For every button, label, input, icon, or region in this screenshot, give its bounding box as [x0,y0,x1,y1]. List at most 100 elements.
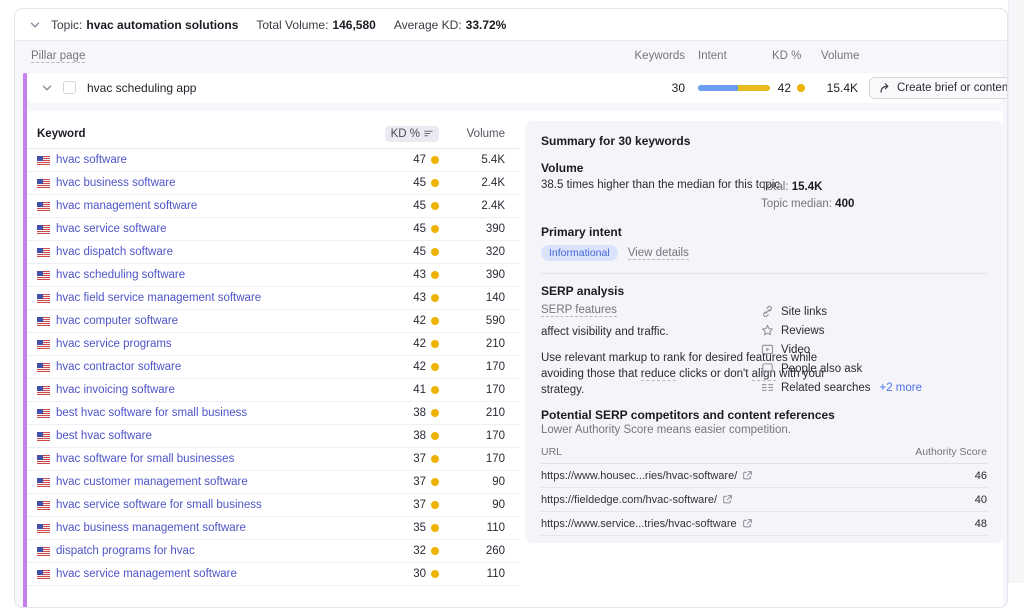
keyword-link[interactable]: hvac dispatch software [56,246,173,258]
video-icon [761,343,774,356]
external-link-icon[interactable] [742,518,753,529]
kd-value: 37 [413,476,426,488]
kd-difficulty-dot [431,409,439,417]
keyword-link[interactable]: hvac scheduling software [56,269,185,281]
keyword-link[interactable]: hvac invoicing software [56,384,175,396]
keyword-link[interactable]: hvac business software [56,177,176,189]
average-kd: Average KD: 33.72% [394,18,507,32]
topic-median-value: 400 [835,198,854,210]
competitor-url[interactable]: https://www.getjob... om/industries/hvac… [541,542,737,544]
keyword-link[interactable]: hvac service programs [56,338,172,350]
us-flag-icon [37,547,50,556]
kd-value: 42 [413,315,426,327]
serp-feature-item: People also ask [761,359,922,378]
volume-value: 2.4K [439,200,505,212]
url-column-header: URL [541,446,562,458]
kd-difficulty-dot [431,570,439,578]
external-link-icon[interactable] [742,470,753,481]
pillar-header-row: Pillar page Keywords Intent KD % Volume [15,41,1007,73]
total-value: 15.4K [792,181,823,193]
keyword-table-row: hvac software 47 5.4K [27,149,519,172]
divider [541,273,987,274]
keyword-link[interactable]: hvac contractor software [56,361,181,373]
keyword-link[interactable]: best hvac software [56,430,152,442]
group-name[interactable]: hvac scheduling app [87,81,196,95]
external-link-icon[interactable] [742,542,753,543]
column-header-kd: KD % [772,50,801,62]
primary-intent-heading: Primary intent [541,225,987,239]
serp-features-link[interactable]: SERP features [541,304,617,317]
view-details-link[interactable]: View details [628,247,689,260]
keyword-link[interactable]: hvac computer software [56,315,178,327]
volume-value: 170 [439,453,505,465]
kd-difficulty-dot [431,524,439,532]
keyword-column-header[interactable]: Keyword [37,128,363,140]
total-volume: Total Volume: 146,580 [256,18,375,32]
keyword-link[interactable]: best hvac software for small business [56,407,247,419]
scrollbar[interactable] [1008,0,1024,583]
us-flag-icon [37,340,50,349]
keyword-table-row: hvac business management software 35 110 [27,517,519,540]
keyword-link[interactable]: hvac field service management software [56,292,261,304]
chevron-down-icon[interactable] [41,82,53,94]
kd-value: 38 [413,430,426,442]
authority-score-value: 40 [975,494,987,506]
reduce-term[interactable]: reduce [641,368,676,381]
keyword-link[interactable]: hvac customer management software [56,476,248,488]
kd-value: 42 [413,361,426,373]
keyword-table-header: Keyword KD % Volume [27,111,519,149]
intent-badge: Informational [541,245,618,261]
competitors-table-header: URL Authority Score [541,444,987,464]
us-flag-icon [37,294,50,303]
keyword-table-row: hvac field service management software 4… [27,287,519,310]
keyword-table-row: hvac service software for small business… [27,494,519,517]
keyword-table-row: hvac scheduling software 43 390 [27,264,519,287]
kd-sort-header[interactable]: KD % [385,126,439,142]
keyword-table-row: best hvac software for small business 38… [27,402,519,425]
sort-descending-icon [424,129,433,138]
group-checkbox[interactable] [63,81,76,94]
kd-value: 42 [413,338,426,350]
total-label: Total: [761,181,789,193]
intent-informational-segment [698,85,738,91]
competitor-url[interactable]: https://www.service...tries/hvac-softwar… [541,518,737,530]
kd-difficulty-dot [431,455,439,463]
kd-difficulty-dot [431,202,439,210]
volume-value: 320 [439,246,505,258]
keyword-link[interactable]: hvac service software for small business [56,499,262,511]
competitor-row: https://www.getjob... om/industries/hvac… [541,536,987,543]
kd-difficulty-dot [431,340,439,348]
create-brief-button[interactable]: Create brief or content [869,77,1008,99]
kd-difficulty-dot [431,478,439,486]
competitor-url[interactable]: https://www.housec...ries/hvac-software/ [541,470,737,482]
keyword-link[interactable]: hvac service management software [56,568,237,580]
keyword-table-row: dispatch programs for hvac 32 260 [27,540,519,563]
chevron-down-icon[interactable] [29,19,41,31]
more-features-link[interactable]: +2 more [880,382,923,394]
volume-column-header[interactable]: Volume [439,128,505,140]
external-link-icon[interactable] [722,494,733,505]
volume-value: 110 [439,522,505,534]
us-flag-icon [37,179,50,188]
us-flag-icon [37,248,50,257]
kd-difficulty-dot [431,225,439,233]
volume-value: 90 [439,499,505,511]
kd-difficulty-dot [431,294,439,302]
keyword-link[interactable]: hvac business management software [56,522,246,534]
serp-features-list: Site links Reviews Video [761,302,922,397]
keyword-table-row: hvac service programs 42 210 [27,333,519,356]
volume-value: 390 [439,269,505,281]
keyword-link[interactable]: hvac software [56,154,127,166]
keyword-table-row: hvac software for small businesses 37 17… [27,448,519,471]
authority-score-column-header: Authority Score [915,446,987,458]
competitors-table: URL Authority Score https://www.housec..… [541,444,987,543]
us-flag-icon [37,409,50,418]
keyword-link[interactable]: dispatch programs for hvac [56,545,195,557]
keyword-link[interactable]: hvac service software [56,223,167,235]
volume-value: 390 [439,223,505,235]
star-icon [761,324,774,337]
competitor-url[interactable]: https://fieldedge.com/hvac-software/ [541,494,717,506]
keyword-link[interactable]: hvac management software [56,200,197,212]
keyword-link[interactable]: hvac software for small businesses [56,453,234,465]
list-icon [761,381,774,394]
